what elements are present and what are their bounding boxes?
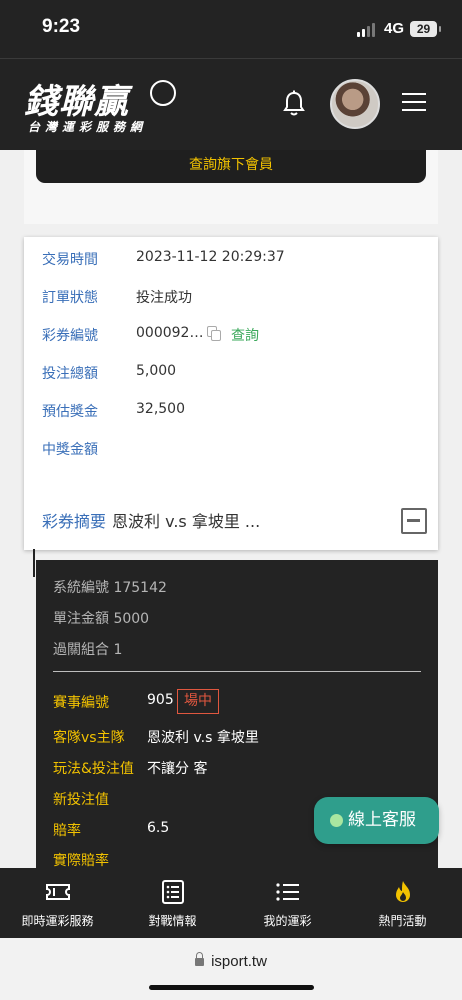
query-members-button[interactable]: 查詢旗下會員 bbox=[36, 150, 426, 183]
bottom-nav: 即時運彩服務 對戰情報 我的運彩 熱門活動 bbox=[0, 868, 462, 938]
system-number: 系統編號 175142 bbox=[53, 580, 167, 596]
app-header: 錢聯贏 台灣運彩服務網 bbox=[0, 58, 462, 150]
network-type: 4G bbox=[384, 20, 405, 37]
collapse-icon[interactable] bbox=[401, 508, 427, 534]
detail-label: 預估獎金 bbox=[42, 404, 98, 420]
field-event-number: 賽事編號 905 bbox=[53, 692, 174, 712]
status-bar: 9:23 4G 29 bbox=[0, 0, 462, 58]
bell-icon[interactable] bbox=[282, 90, 306, 118]
summary-label: 彩券摘要 bbox=[42, 512, 107, 531]
logo[interactable]: 錢聯贏 bbox=[24, 74, 129, 123]
list-doc-icon bbox=[162, 880, 184, 904]
hamburger-menu-icon[interactable] bbox=[402, 93, 426, 113]
nav-label: 我的運彩 bbox=[263, 914, 312, 928]
field-teams: 客隊vs主隊 恩波利 v.s 拿坡里 bbox=[53, 727, 259, 747]
field-actual-odds: 實際賠率 bbox=[53, 850, 109, 870]
online-support-button[interactable]: 線上客服 bbox=[314, 797, 439, 844]
detail-label: 中獎金額 bbox=[42, 442, 98, 458]
nav-label: 對戰情報 bbox=[148, 914, 197, 928]
field-value: 905 bbox=[147, 692, 174, 708]
logo-ball-icon bbox=[150, 80, 176, 106]
field-label: 實際賠率 bbox=[53, 853, 109, 869]
flame-icon bbox=[396, 881, 410, 902]
ticket-summary: 彩券摘要 恩波利 v.s 拿坡里 ... bbox=[42, 508, 260, 532]
url-display[interactable]: isport.tw bbox=[0, 952, 462, 970]
nav-match-info[interactable]: 對戰情報 bbox=[115, 868, 230, 938]
copy-icon[interactable] bbox=[207, 326, 221, 341]
divider bbox=[53, 671, 421, 672]
lock-icon bbox=[195, 952, 205, 966]
ticket-detail-card: 交易時間 2023-11-12 20:29:37 訂單狀態 投注成功 彩券編號 … bbox=[24, 237, 438, 550]
home-indicator[interactable] bbox=[149, 985, 314, 990]
field-play-type: 玩法&投注值 不讓分 客 bbox=[53, 758, 207, 778]
detail-label: 交易時間 bbox=[42, 252, 98, 268]
parlay-combination: 過關組合 1 bbox=[53, 642, 123, 658]
nav-my-bets[interactable]: 我的運彩 bbox=[230, 868, 345, 938]
detail-value: 5,000 bbox=[136, 363, 177, 379]
online-status-icon bbox=[330, 814, 343, 827]
url-text: isport.tw bbox=[211, 953, 267, 970]
nav-hot-events[interactable]: 熱門活動 bbox=[345, 868, 460, 938]
ticket-query-link[interactable]: 查詢 bbox=[231, 325, 259, 345]
online-support-label: 線上客服 bbox=[348, 810, 416, 830]
detail-value: 2023-11-12 20:29:37 bbox=[136, 249, 285, 265]
nav-label: 熱門活動 bbox=[378, 914, 427, 928]
summary-value: 恩波利 v.s 拿坡里 ... bbox=[112, 512, 261, 531]
detail-label: 彩券編號 bbox=[42, 328, 98, 344]
field-label: 新投注值 bbox=[53, 792, 109, 808]
browser-address-bar[interactable]: isport.tw bbox=[0, 938, 462, 1000]
field-label: 客隊vs主隊 bbox=[53, 730, 125, 746]
logo-subtitle: 台灣運彩服務網 bbox=[28, 120, 148, 134]
detail-value: 000092… bbox=[136, 325, 204, 341]
field-new-bet-value: 新投注值 bbox=[53, 789, 109, 809]
field-label: 賽事編號 bbox=[53, 695, 109, 711]
detail-row-ticket-number: 彩券編號 000092… 查詢 bbox=[42, 325, 302, 345]
field-value: 6.5 bbox=[147, 820, 170, 836]
signal-icon bbox=[357, 23, 377, 37]
field-label: 賠率 bbox=[53, 823, 81, 839]
battery-icon: 29 bbox=[410, 21, 441, 37]
field-label: 玩法&投注值 bbox=[53, 761, 134, 777]
detail-label: 訂單狀態 bbox=[42, 290, 98, 306]
detail-value: 投注成功 bbox=[136, 290, 192, 306]
in-play-badge: 場中 bbox=[177, 689, 219, 714]
nav-live-service[interactable]: 即時運彩服務 bbox=[0, 868, 115, 938]
panel-connector bbox=[33, 549, 35, 577]
field-value: 不讓分 客 bbox=[147, 761, 208, 777]
list-icon bbox=[276, 883, 299, 901]
field-odds: 賠率 6.5 bbox=[53, 820, 169, 840]
detail-label: 投注總額 bbox=[42, 366, 98, 382]
detail-value: 32,500 bbox=[136, 401, 185, 417]
status-time: 9:23 bbox=[42, 16, 81, 37]
avatar[interactable] bbox=[330, 79, 380, 129]
unit-amount: 單注金額 5000 bbox=[53, 611, 150, 627]
field-value: 恩波利 v.s 拿坡里 bbox=[147, 730, 259, 746]
nav-label: 即時運彩服務 bbox=[21, 914, 94, 928]
ticket-icon bbox=[46, 884, 70, 900]
